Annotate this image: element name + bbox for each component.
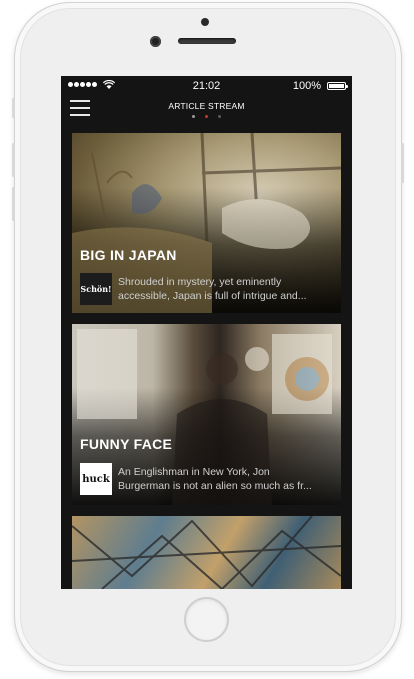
battery-icon [327, 82, 348, 90]
excerpt-line: An Englishman in New York, Jon [118, 466, 270, 478]
battery-percentage: 100% [292, 80, 321, 92]
article-image-geometric-pattern [72, 516, 341, 589]
article-excerpt: An Englishman in New York, Jon Burgerman… [118, 465, 335, 493]
publisher-logo-schon: Schön! [80, 273, 112, 305]
page-dot-3[interactable] [218, 115, 222, 118]
article-card-funny-face[interactable]: FUNNY FACE huck An Englishman in New Yor… [72, 324, 341, 505]
volume-down-button [12, 187, 15, 221]
page-dot-1[interactable] [191, 115, 195, 118]
excerpt-line: Shrouded in mystery, yet eminently [118, 276, 282, 288]
article-title: BIG IN JAPAN [80, 247, 177, 263]
mute-switch [12, 98, 15, 118]
article-excerpt: Shrouded in mystery, yet eminently acces… [118, 275, 335, 303]
status-bar: 21:02 100% [61, 76, 352, 96]
page-dot-2[interactable] [205, 115, 208, 118]
home-button[interactable] [184, 597, 229, 642]
page-indicator [61, 114, 352, 118]
volume-up-button [12, 143, 15, 177]
article-card-big-in-japan[interactable]: BIG IN JAPAN Schön! Shrouded in mystery,… [72, 133, 341, 313]
article-title: FUNNY FACE [80, 436, 173, 452]
article-card-partial[interactable] [72, 516, 341, 589]
publisher-logo-huck: huck [80, 463, 112, 495]
front-camera [150, 36, 161, 47]
earpiece-speaker [178, 38, 236, 44]
excerpt-line: accessible, Japan is full of intrigue an… [118, 290, 307, 302]
page-title: ARTICLE STREAM [168, 101, 245, 111]
power-button [401, 143, 404, 183]
proximity-sensor [201, 18, 209, 26]
app-screen: 21:02 100% ARTICLE STREAM BIG IN JAPAN S… [61, 76, 352, 589]
excerpt-line: Burgerman is not an alien so much as fr.… [118, 480, 312, 492]
